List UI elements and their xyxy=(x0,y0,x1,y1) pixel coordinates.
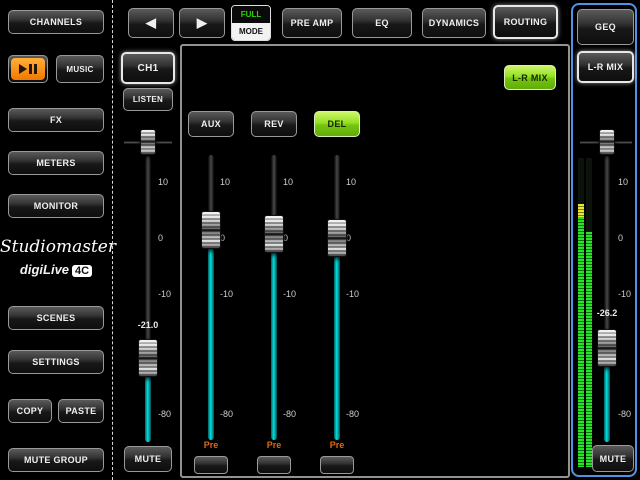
master-fader-handle[interactable] xyxy=(597,329,617,367)
lr-mix-assign-button[interactable]: L-R MIX xyxy=(504,65,556,90)
pause-bar-icon xyxy=(29,64,32,74)
ch1-fader-value: -21.0 xyxy=(123,320,173,330)
rev-pre-option-button[interactable] xyxy=(257,456,291,474)
meter-green-segment xyxy=(578,217,584,467)
del-scale-10: 10 xyxy=(346,177,368,187)
digilive-logo: digiLive4C xyxy=(0,262,112,277)
next-channel-button[interactable]: ▶ xyxy=(179,8,225,38)
del-pre-option-button[interactable] xyxy=(320,456,354,474)
ch1-fader-handle[interactable] xyxy=(138,339,158,377)
sidebar-item-scenes[interactable]: SCENES xyxy=(8,306,104,330)
ch1-scale-minus80: -80 xyxy=(158,409,180,419)
right-arrow-icon: ▶ xyxy=(197,15,207,31)
play-pause-button[interactable] xyxy=(8,55,48,83)
sidebar-item-music[interactable]: MUSIC xyxy=(56,55,104,83)
rev-send-fader-handle[interactable] xyxy=(264,215,284,253)
aux-send-button[interactable]: AUX xyxy=(188,111,234,137)
ch1-mute-button[interactable]: MUTE xyxy=(124,446,172,472)
aux-scale-minus10: -10 xyxy=(220,289,242,299)
del-scale-minus80: -80 xyxy=(346,409,368,419)
del-send-fader-handle[interactable] xyxy=(327,219,347,257)
aux-pre-label: Pre xyxy=(194,440,228,450)
full-mode-toggle[interactable]: FULL MODE xyxy=(231,5,271,41)
geq-button[interactable]: GEQ xyxy=(577,9,634,45)
master-scale-minus10: -10 xyxy=(618,289,636,299)
ch1-scale-minus10: -10 xyxy=(158,289,180,299)
master-meter-left xyxy=(578,158,584,467)
tab-dynamics[interactable]: DYNAMICS xyxy=(422,8,486,38)
ch1-scale-0: 0 xyxy=(158,233,180,243)
tab-pre-amp[interactable]: PRE AMP xyxy=(282,8,342,38)
channel-select-button[interactable]: CH1 xyxy=(121,52,175,84)
listen-button[interactable]: LISTEN xyxy=(123,88,173,111)
aux-send-fader-handle[interactable] xyxy=(201,211,221,249)
play-icon xyxy=(19,64,27,74)
del-scale-0: 0 xyxy=(346,233,368,243)
ch1-scale-10: 10 xyxy=(158,177,180,187)
studiomaster-logo: Studiomaster xyxy=(0,237,112,257)
digilive-logo-text: digiLive xyxy=(20,262,69,277)
master-scale-0: 0 xyxy=(618,233,636,243)
copy-button[interactable]: COPY xyxy=(8,399,52,423)
play-pause-icon xyxy=(11,58,45,80)
master-scale-10: 10 xyxy=(618,177,636,187)
del-send-fader-fill xyxy=(334,238,340,440)
mode-toggle-top-label: FULL xyxy=(232,6,270,23)
sidebar-item-settings[interactable]: SETTINGS xyxy=(8,350,104,374)
meter-yellow-segment xyxy=(578,204,584,217)
sidebar-divider xyxy=(112,0,113,480)
master-scale-minus80: -80 xyxy=(618,409,636,419)
left-arrow-icon: ◀ xyxy=(146,15,156,31)
sidebar-item-channels[interactable]: CHANNELS xyxy=(8,10,104,34)
sidebar-item-meters[interactable]: METERS xyxy=(8,151,104,175)
rev-scale-0: 0 xyxy=(283,233,305,243)
sidebar-item-fx[interactable]: FX xyxy=(8,108,104,132)
sidebar-item-monitor[interactable]: MONITOR xyxy=(8,194,104,218)
aux-scale-10: 10 xyxy=(220,177,242,187)
rev-scale-minus10: -10 xyxy=(283,289,305,299)
del-send-button[interactable]: DEL xyxy=(314,111,360,137)
del-scale-minus10: -10 xyxy=(346,289,368,299)
rev-send-fader-fill xyxy=(271,234,277,440)
ch1-pan-handle[interactable] xyxy=(140,129,156,155)
del-pre-label: Pre xyxy=(320,440,354,450)
aux-pre-option-button[interactable] xyxy=(194,456,228,474)
master-meter-right xyxy=(586,158,592,467)
mode-toggle-bottom-label: MODE xyxy=(232,23,270,40)
paste-button[interactable]: PASTE xyxy=(58,399,104,423)
rev-scale-10: 10 xyxy=(283,177,305,187)
digilive-logo-badge: 4C xyxy=(72,265,92,277)
aux-scale-0: 0 xyxy=(220,233,242,243)
aux-scale-minus80: -80 xyxy=(220,409,242,419)
tab-eq[interactable]: EQ xyxy=(352,8,412,38)
aux-send-fader-fill xyxy=(208,230,214,440)
rev-scale-minus80: -80 xyxy=(283,409,305,419)
tab-routing[interactable]: ROUTING xyxy=(493,5,558,39)
rev-pre-label: Pre xyxy=(257,440,291,450)
master-pan-handle[interactable] xyxy=(599,129,615,155)
master-select-button[interactable]: L-R MIX xyxy=(577,51,634,83)
prev-channel-button[interactable]: ◀ xyxy=(128,8,174,38)
master-mute-button[interactable]: MUTE xyxy=(592,445,634,472)
mixer-app: CHANNELS MUSIC FX METERS MONITOR Studiom… xyxy=(0,0,640,480)
rev-send-button[interactable]: REV xyxy=(251,111,297,137)
pause-bar-icon xyxy=(34,64,37,74)
meter-green-segment xyxy=(586,232,592,467)
mute-group-button[interactable]: MUTE GROUP xyxy=(8,448,104,472)
